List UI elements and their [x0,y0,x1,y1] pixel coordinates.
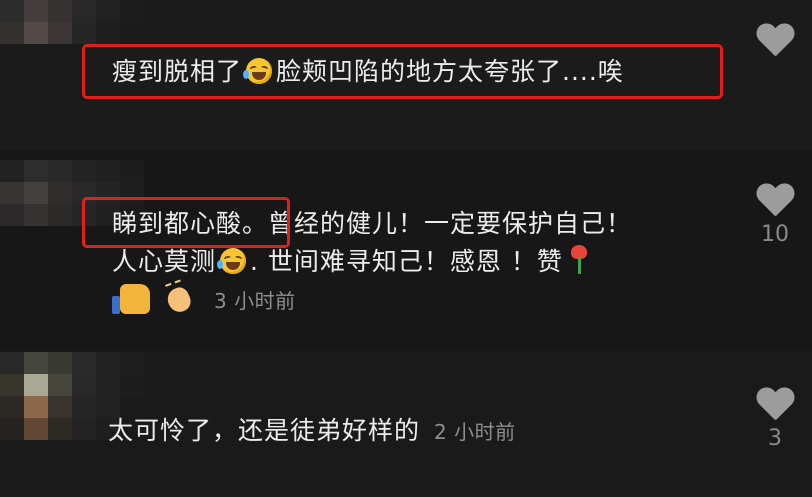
rofl-emoji-icon [217,248,247,274]
comment-line: 人心莫测 . 世间难寻知己！感恩 ！赞 [112,243,632,281]
comment-text-part: 人心莫测 [112,247,217,276]
like-button[interactable]: 10 [750,184,800,247]
like-count: 10 [761,222,789,247]
comment-line: 3 小时前 [112,281,632,320]
avatar[interactable] [0,0,144,44]
comment-timestamp: 3 小时前 [214,289,296,313]
rose-icon [569,245,589,275]
comment-item[interactable]: 瘦到脱相了 脸颊凹陷的地方太夸张了....唉 [0,0,812,150]
thumbs-up-icon [112,284,150,314]
comment-timestamp: 2 小时前 [434,420,516,444]
comment-item[interactable]: 太可怜了，还是徒弟好样的 2 小时前 3 [0,350,812,497]
heart-icon [756,388,794,424]
like-count: 3 [768,426,782,451]
clap-icon [164,282,194,314]
comment-text: 太可怜了，还是徒弟好样的 2 小时前 [108,412,516,451]
highlight-box [82,44,723,99]
comment-text-part: . 世间难寻知己！感恩 ！赞 [250,247,563,276]
comment-text-part: 曾经的健儿！一定要保护自己！ [268,209,633,238]
heart-icon [756,24,794,60]
heart-icon [756,184,794,220]
comment-text-part: 太可怜了，还是徒弟好样的 [108,416,421,445]
like-button[interactable] [750,24,800,60]
highlight-box [82,197,290,248]
comment-item[interactable]: 睇到都心酸。曾经的健儿！一定要保护自己！ 人心莫测. 世间难寻知己！感恩 ！赞 … [0,150,812,350]
like-button[interactable]: 3 [750,388,800,451]
